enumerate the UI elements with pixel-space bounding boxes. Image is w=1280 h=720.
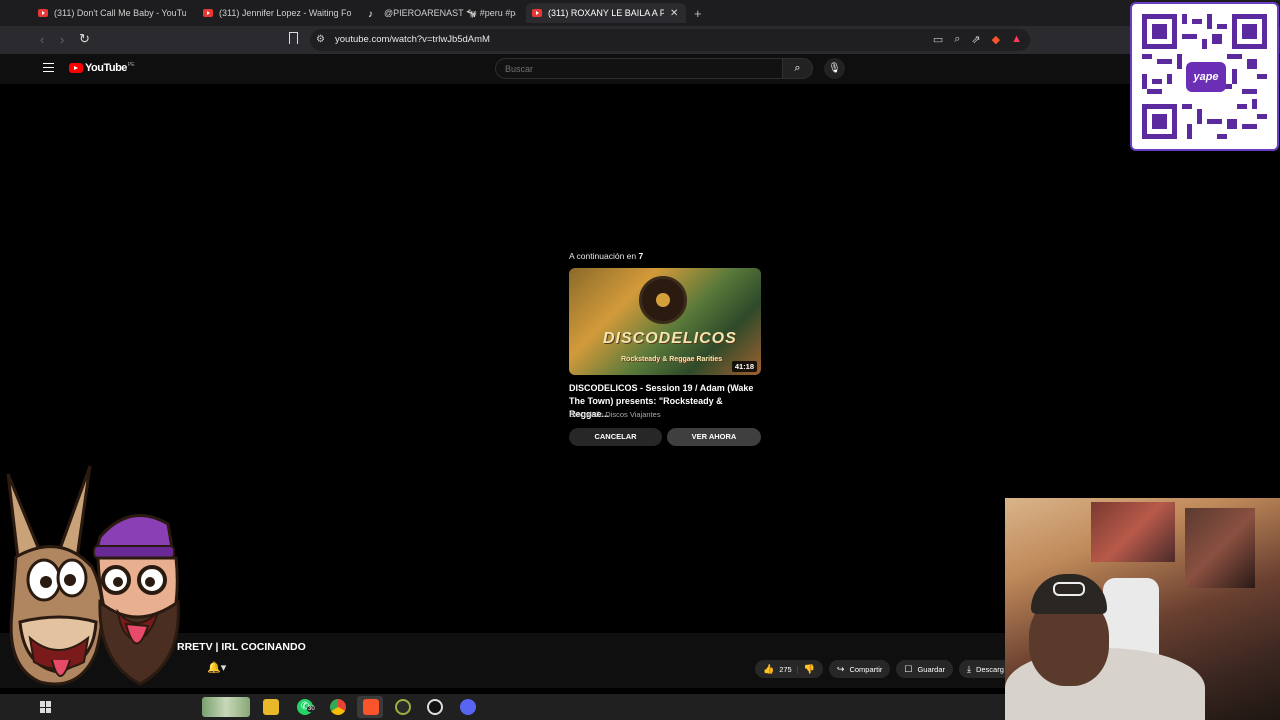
tab-jennifer-lopez[interactable]: (311) Jennifer Lopez - Waiting For To <box>203 3 351 23</box>
donkey-mascot-overlay <box>6 465 180 686</box>
youtube-play-icon <box>69 63 83 73</box>
obs-icon[interactable] <box>427 699 443 715</box>
youtube-logo[interactable]: YouTube PE <box>69 62 135 74</box>
thumbs-up-icon: 👍 <box>763 663 775 674</box>
thumbnail-title: DISCODELICOS <box>603 330 737 347</box>
download-button[interactable]: ⤓ Descarg <box>958 660 1012 678</box>
youtube-icon <box>532 9 542 17</box>
yape-qr-code: yape <box>1130 2 1279 151</box>
share-arrow-icon: ↪ <box>836 663 845 674</box>
tab-label: (311) ROXANY LE BAILA A PERR <box>548 8 664 18</box>
watch-now-button[interactable]: VER AHORA <box>667 428 761 446</box>
url-toolbar: ▭ ⌕ ⇗ ◆ ▲ <box>933 33 1022 46</box>
taskbar-weather-widget[interactable] <box>202 697 250 717</box>
app-icon[interactable] <box>395 699 411 715</box>
yape-logo: yape <box>1186 62 1226 92</box>
site-settings-icon[interactable]: ⚙ <box>316 34 325 45</box>
tab-label: (311) Jennifer Lopez - Waiting For To <box>219 8 351 18</box>
up-next-thumbnail[interactable]: DISCODELICOS Rocksteady & Reggae Raritie… <box>569 268 761 375</box>
reload-icon[interactable]: ↻ <box>79 31 90 47</box>
youtube-icon <box>38 9 48 17</box>
browser-tab-bar: (311) Don't Call Me Baby - YouTube (311)… <box>0 0 1280 26</box>
zoom-icon[interactable]: ⌕ <box>954 33 960 46</box>
thumbs-down-icon[interactable]: 👎 <box>804 664 815 675</box>
microphone-icon: 🎙 <box>828 63 841 74</box>
cap-logo <box>1053 582 1085 596</box>
wall-poster <box>1185 508 1255 588</box>
file-explorer-icon[interactable] <box>263 699 279 715</box>
discord-icon[interactable] <box>460 699 476 715</box>
thumbnail-subtitle: Rocksteady & Reggae Rarities <box>621 356 723 363</box>
wall-poster <box>1091 502 1175 562</box>
search-input[interactable]: Buscar <box>495 58 783 79</box>
like-button[interactable]: 👍 275 | 👎 <box>755 660 823 678</box>
brave-browser-icon[interactable] <box>363 699 379 715</box>
share-button[interactable]: ↪ Compartir <box>828 660 891 678</box>
tiktok-icon: ♪ <box>368 9 373 20</box>
brave-shield-icon[interactable]: ◆ <box>992 33 1000 46</box>
vinyl-record-graphic <box>639 276 687 324</box>
brave-rewards-icon[interactable]: ▲ <box>1011 33 1022 46</box>
video-actions: 👍 275 | 👎 ↪ Compartir ☐ Guardar ⤓ Descar… <box>755 660 1012 678</box>
whatsapp-badge: 30 <box>307 706 316 712</box>
share-icon[interactable]: ⇗ <box>971 33 980 46</box>
forward-arrow-icon[interactable]: › <box>60 32 64 47</box>
menu-icon[interactable] <box>43 63 54 72</box>
voice-search-button[interactable]: 🎙 <box>824 58 845 79</box>
youtube-icon <box>203 9 213 17</box>
tab-roxany-active[interactable]: (311) ROXANY LE BAILA A PERR ✕ <box>526 3 686 23</box>
address-bar-row: ‹ › ↻ ⚙ youtube.com/watch?v=trlwJb5dAmM … <box>0 26 1280 54</box>
youtube-header: YouTube PE Buscar ⌕ 🎙 <box>0 54 1280 84</box>
tab-label: @PIEROARENAST 🐄 #peru #parati # <box>384 7 516 18</box>
up-next-label: A continuación en 7 <box>569 251 644 261</box>
save-playlist-icon: ☐ <box>904 663 913 674</box>
download-icon: ⤓ <box>966 663 971 674</box>
back-arrow-icon[interactable]: ‹ <box>40 32 44 47</box>
video-duration: 41:18 <box>731 361 757 372</box>
save-button[interactable]: ☐ Guardar <box>896 660 953 678</box>
new-tab-button[interactable]: + <box>694 6 702 21</box>
webcam-overlay <box>1005 498 1280 720</box>
cancel-autoplay-button[interactable]: CANCELAR <box>569 428 662 446</box>
like-count: 275 <box>779 664 792 674</box>
bookmark-icon[interactable] <box>289 32 298 44</box>
url-bar[interactable]: ⚙ youtube.com/watch?v=trlwJb5dAmM ▭ ⌕ ⇗ … <box>310 29 1030 51</box>
close-tab-icon[interactable]: ✕ <box>670 8 678 19</box>
notification-bell-icon[interactable]: 🔔▾ <box>207 661 226 674</box>
tab-dont-call-me-baby[interactable]: (311) Don't Call Me Baby - YouTube <box>38 3 186 23</box>
url-text[interactable]: youtube.com/watch?v=trlwJb5dAmM <box>335 34 490 45</box>
search-placeholder: Buscar <box>505 64 534 74</box>
up-next-channel[interactable]: Discodelic Discos Viajantes <box>569 410 661 419</box>
screen: (311) Don't Call Me Baby - YouTube (311)… <box>0 0 1280 720</box>
cast-icon[interactable]: ▭ <box>933 33 943 46</box>
windows-start-icon[interactable] <box>40 701 52 713</box>
countdown: 7 <box>638 251 644 261</box>
search-icon: ⌕ <box>794 62 801 74</box>
logo-country: PE <box>127 62 135 68</box>
search-button[interactable]: ⌕ <box>782 58 813 79</box>
share-label: Compartir <box>849 664 883 674</box>
logo-text: YouTube <box>85 62 127 74</box>
save-label: Guardar <box>917 664 945 674</box>
chrome-icon[interactable] <box>330 699 346 715</box>
tab-label: (311) Don't Call Me Baby - YouTube <box>54 8 186 18</box>
download-label: Descarg <box>975 664 1004 674</box>
tab-tiktok[interactable]: ♪ @PIEROARENAST 🐄 #peru #parati # <box>368 3 516 23</box>
